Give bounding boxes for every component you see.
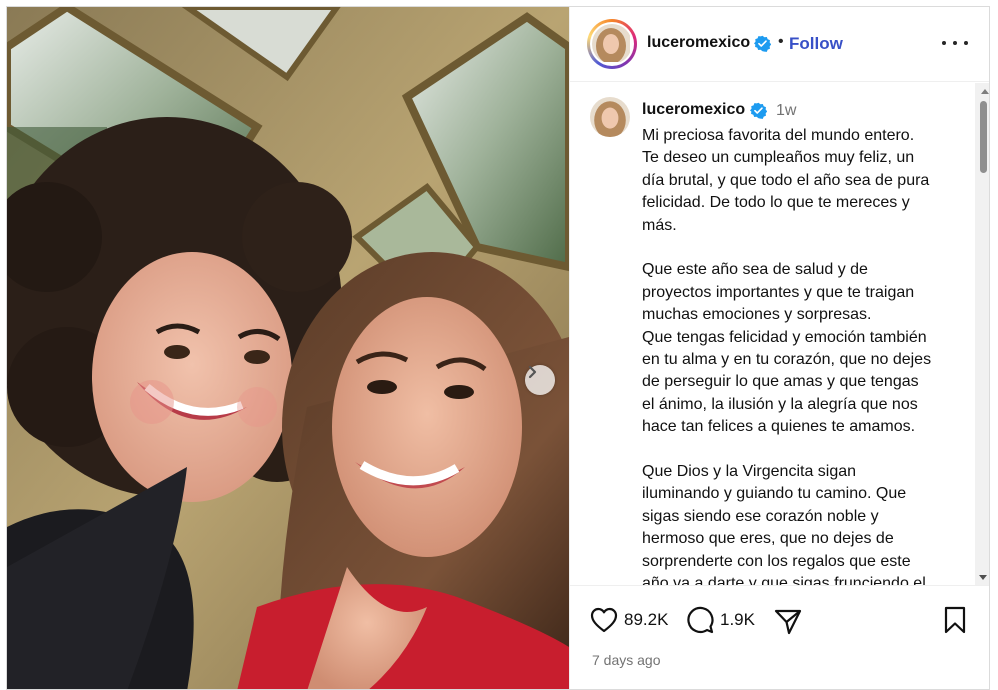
follow-button[interactable]: Follow: [789, 34, 843, 54]
caption-username[interactable]: luceromexico: [642, 101, 745, 119]
selfie-image: [7, 7, 569, 689]
bookmark-icon: [944, 606, 966, 634]
scroll-down-arrow-icon[interactable]: [979, 575, 987, 580]
caption-line: Que Dios y la Virgencita sigan: [642, 463, 857, 481]
caption-line: hermoso que eres, que no dejes de: [642, 530, 894, 548]
caption-line: Que tengas felicidad y emoción también: [642, 328, 927, 346]
scroll-up-arrow-icon[interactable]: [981, 89, 989, 94]
caption-line: sigas siendo ese corazón noble y: [642, 507, 879, 525]
save-button[interactable]: [943, 606, 967, 634]
comment-icon: [687, 606, 714, 634]
paper-plane-icon: [774, 609, 802, 635]
verified-badge-icon: [754, 35, 772, 57]
caption-line: Te deseo un cumpleaños muy feliz, un: [642, 149, 915, 167]
caption-line: el ánimo, la ilusión y la alegría que no…: [642, 395, 918, 413]
caption-line: hace tan felices a quienes te amamos.: [642, 418, 916, 436]
post-header: luceromexico • Follow: [570, 7, 989, 82]
post-photo: [7, 7, 569, 689]
caption-line: en tu alma y en tu corazón, que no dejes: [642, 351, 932, 369]
caption-line: muchas emociones y sorpresas.: [642, 306, 872, 324]
caption-area: luceromexico 1w Mi preciosa favorita del…: [570, 83, 989, 585]
caption-line: proyectos importantes y que te traigan: [642, 283, 915, 301]
caption-line: de perseguir lo que amas y que tengas: [642, 373, 919, 391]
caption-line: año va a darte y que sigas frunciendo el: [642, 575, 926, 585]
post-modal: luceromexico • Follow luceromexico 1w Mi…: [6, 6, 990, 690]
like-button[interactable]: 89.2K: [590, 606, 668, 634]
posted-date[interactable]: 7 days ago: [592, 652, 661, 668]
more-options-icon[interactable]: [942, 33, 968, 53]
caption-line: día brutal, y que todo el año sea de pur…: [642, 171, 930, 189]
comment-button[interactable]: 1.9K: [686, 606, 755, 634]
caption-line: felicidad. De todo lo que te mereces y: [642, 194, 910, 212]
header-username[interactable]: luceromexico: [647, 34, 750, 52]
separator-dot: •: [778, 33, 784, 50]
caption-line: más.: [642, 216, 677, 234]
post-side-panel: luceromexico • Follow luceromexico 1w Mi…: [569, 7, 989, 689]
story-ring[interactable]: [587, 19, 637, 69]
post-time[interactable]: 1w: [776, 102, 796, 120]
action-bar: 89.2K 1.9K 7 days ago: [570, 585, 989, 689]
caption-line: sorprenderte con los regalos que este: [642, 552, 911, 570]
caption-text: Mi preciosa favorita del mundo entero. T…: [642, 125, 970, 585]
caption-line: Mi preciosa favorita del mundo entero.: [642, 127, 915, 144]
caption-scrollbar[interactable]: [975, 83, 989, 585]
avatar[interactable]: [592, 24, 632, 64]
comment-count[interactable]: 1.9K: [720, 610, 755, 630]
verified-badge-icon: [750, 102, 768, 124]
avatar[interactable]: [590, 97, 630, 137]
scroll-thumb[interactable]: [980, 101, 987, 173]
caption-line: Que este año sea de salud y de: [642, 261, 868, 279]
caption-line: iluminando y guiando tu camino. Que: [642, 485, 907, 503]
share-button[interactable]: [774, 608, 802, 636]
heart-icon: [590, 607, 618, 633]
chevron-right-icon: [528, 365, 537, 379]
like-count[interactable]: 89.2K: [624, 610, 668, 630]
next-photo-button[interactable]: [525, 365, 555, 395]
